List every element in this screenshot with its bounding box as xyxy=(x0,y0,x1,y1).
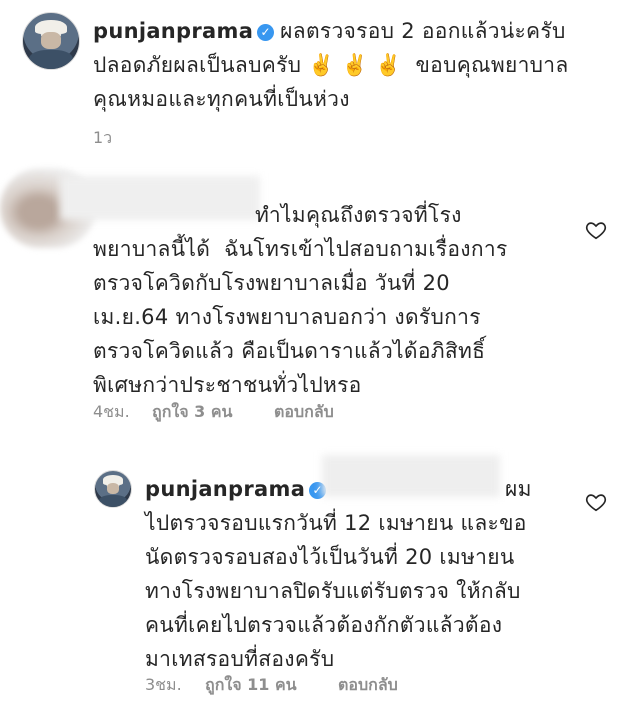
mention-blurred[interactable] xyxy=(322,455,500,497)
comment-2-line-6: มาเทสรอบที่สองครับ xyxy=(145,647,335,671)
reply-username-line: punjanprama ✓ xyxy=(145,472,332,506)
comment-2-time: 3ชม. xyxy=(145,675,182,694)
commenter-username-blurred[interactable] xyxy=(60,176,260,220)
post-caption-line-1: punjanprama ✓ ผลตรวจรอบ 2 ออกแล้วน่ะครับ xyxy=(93,19,566,43)
comment-1-reply-button[interactable]: ตอบกลับ xyxy=(274,400,334,425)
comment-2-line-4: ทางโรงพยาบาลปิดรับแต่รับตรวจ ให้กลับ xyxy=(145,579,521,603)
comment-1-line-6: พิเศษกว่าประชาชนทั่วไปหรอ xyxy=(93,373,362,397)
comment-1-line-5: ตรวจโควิดแล้ว คือเป็นดาราแล้วได้อภิสิทธิ… xyxy=(93,339,486,363)
post-time: 1ว xyxy=(93,128,113,147)
comment-2-likes[interactable]: ถูกใจ 11 คน xyxy=(205,673,297,698)
comment-2-reply-button[interactable]: ตอบกลับ xyxy=(338,673,398,698)
reply-avatar[interactable] xyxy=(94,470,132,508)
heart-icon[interactable] xyxy=(585,219,607,241)
comment-2-line-2: ไปตรวจรอบแรกวันที่ 12 เมษายน และขอ xyxy=(145,511,527,535)
reply-username[interactable]: punjanprama xyxy=(145,477,305,501)
comment-1-line-1: ทำไมคุณถึงตรวจที่โรง xyxy=(255,203,462,227)
post-avatar[interactable] xyxy=(22,12,80,70)
comment-2-line-1: ผม xyxy=(505,477,532,501)
post-caption-line-2: ปลอดภัยผลเป็นลบครับ ✌️ ✌️ ✌️ ขอบคุณพยาบา… xyxy=(93,53,569,77)
heart-icon[interactable] xyxy=(585,491,607,513)
comment-1-likes[interactable]: ถูกใจ 3 คน xyxy=(152,400,232,425)
comment-2-line-3: นัดตรวจรอบสองไว้เป็นวันที่ 20 เมษายน xyxy=(145,545,515,569)
post-username[interactable]: punjanprama xyxy=(93,19,253,43)
post-caption-line-3: คุณหมอและทุกคนที่เป็นห่วง xyxy=(93,87,350,111)
comment-1-line-2: พยาบาลนี้ได้ ฉันโทรเข้าไปสอบถามเรื่องการ xyxy=(93,237,508,261)
comment-2-line-5: คนที่เคยไปตรวจแล้วต้องกักตัวแล้วต้อง xyxy=(145,613,503,637)
comment-1-line-4: เม.ย.64 ทางโรงพยาบาลบอกว่า งดรับการ xyxy=(93,305,481,329)
verified-badge-icon: ✓ xyxy=(257,24,275,41)
comment-1-time: 4ชม. xyxy=(93,402,130,421)
comment-1-line-3: ตรวจโควิดกับโรงพยาบาลเมื่อ วันที่ 20 xyxy=(93,271,450,295)
